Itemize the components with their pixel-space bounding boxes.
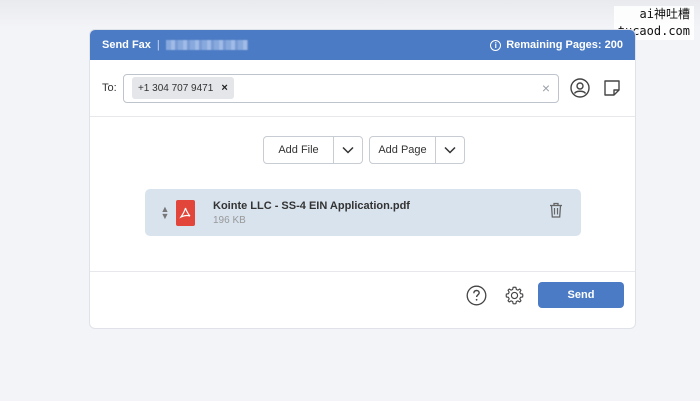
file-item: ▲ ▼ Kointe LLC - SS-4 EIN Application.pdf… bbox=[145, 189, 581, 236]
drag-handle-icon[interactable]: ▲ ▼ bbox=[154, 204, 176, 220]
contacts-button[interactable] bbox=[569, 77, 591, 99]
add-page-split-button: Add Page bbox=[369, 136, 465, 164]
add-file-dropdown[interactable] bbox=[334, 137, 362, 163]
cover-note-button[interactable] bbox=[601, 77, 623, 99]
header-title-group: Send Fax | bbox=[102, 39, 248, 51]
help-button[interactable] bbox=[466, 285, 487, 311]
contact-icon bbox=[570, 78, 590, 98]
info-icon: i bbox=[490, 39, 502, 51]
file-info: Kointe LLC - SS-4 EIN Application.pdf 19… bbox=[213, 200, 549, 226]
watermark-line-1: ai神吐槽 bbox=[639, 7, 690, 21]
question-icon bbox=[466, 285, 487, 306]
add-page-dropdown[interactable] bbox=[436, 137, 464, 163]
dialog-header: Send Fax | i Remaining Pages: 200 bbox=[90, 30, 635, 60]
note-icon bbox=[604, 80, 620, 96]
settings-button[interactable] bbox=[504, 285, 525, 311]
dialog-title: Send Fax bbox=[102, 39, 151, 51]
clear-recipients-icon[interactable]: × bbox=[542, 80, 550, 96]
document-area: Add File Add Page ▲ ▼ Kointe LLC - SS-4 … bbox=[90, 117, 635, 272]
add-file-button[interactable]: Add File bbox=[264, 137, 334, 163]
dialog-footer: Send bbox=[90, 272, 635, 328]
remaining-pages-label: Remaining Pages: 200 bbox=[506, 39, 623, 51]
browser-top-strip bbox=[0, 0, 700, 28]
trash-icon bbox=[550, 202, 562, 218]
file-name: Kointe LLC - SS-4 EIN Application.pdf bbox=[213, 199, 410, 212]
recipient-chip: +1 304 707 9471 × bbox=[131, 77, 234, 99]
recipient-input[interactable]: +1 304 707 9471 × × bbox=[122, 73, 560, 103]
to-label: To: bbox=[102, 82, 117, 94]
chevron-down-icon bbox=[342, 146, 354, 154]
delete-file-button[interactable] bbox=[549, 202, 567, 223]
gear-icon bbox=[505, 286, 524, 305]
remaining-pages: i Remaining Pages: 200 bbox=[490, 39, 623, 51]
recipient-number: +1 304 707 9471 bbox=[137, 82, 214, 94]
recipient-row: To: +1 304 707 9471 × × bbox=[90, 60, 635, 117]
title-separator: | bbox=[156, 39, 160, 51]
send-button[interactable]: Send bbox=[538, 282, 624, 308]
send-fax-dialog: Send Fax | i Remaining Pages: 200 To: +1… bbox=[89, 29, 636, 329]
redacted-fax-number bbox=[165, 40, 248, 50]
chevron-down-icon bbox=[444, 146, 456, 154]
pdf-icon bbox=[176, 199, 195, 226]
file-size: 196 KB bbox=[213, 214, 246, 226]
add-page-button[interactable]: Add Page bbox=[370, 137, 436, 163]
remove-recipient-icon[interactable]: × bbox=[221, 82, 227, 94]
add-file-split-button: Add File bbox=[263, 136, 363, 164]
